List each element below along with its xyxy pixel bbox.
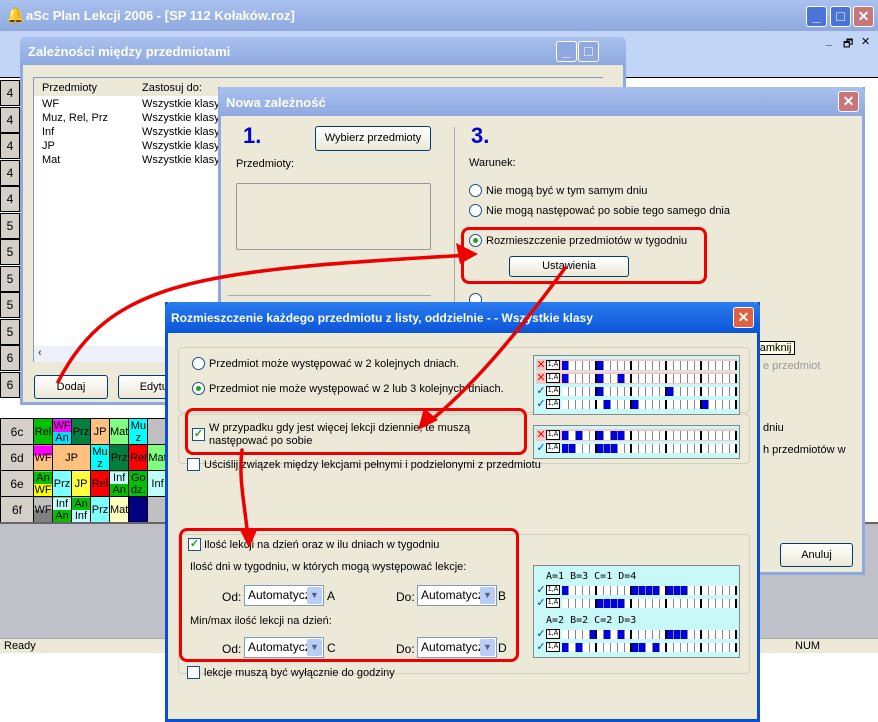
arrowhead bbox=[239, 528, 258, 548]
arrow-consecutive-to-count bbox=[239, 448, 250, 542]
arrow-add-to-settings bbox=[56, 253, 472, 384]
arrowhead bbox=[456, 243, 478, 264]
arrow-settings-to-consecutive bbox=[423, 266, 567, 427]
arrowhead bbox=[418, 408, 438, 430]
annotation-arrows bbox=[56, 243, 567, 548]
